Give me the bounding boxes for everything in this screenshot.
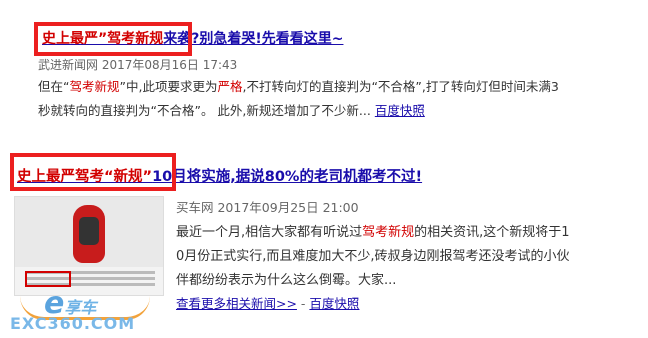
result2-title-rest: 10月将实施,据说80%的老司机都考不过! [152, 169, 423, 185]
car-cabin [79, 217, 99, 245]
result2-thumbnail[interactable] [14, 196, 164, 296]
result2-snippet-line1: 最近一个月,相信大家都有听说过驾考新规的相关资讯,这个新规将于1 [176, 225, 570, 240]
result2-source-date: 买车网 2017年09月25日 21:00 [176, 200, 359, 215]
result2-snippet-line3: 伴都纷纷表示为什么这么倒霉。大家... [176, 273, 397, 288]
result1-snippet-line2: 秒就转向的直接判为“不合格”。 此外,新规还增加了不少新... 百度快照 [38, 103, 425, 118]
watermark-site: EXC360.COM [10, 314, 136, 333]
more-news-link[interactable]: 查看更多相关新闻>> [176, 296, 297, 311]
annotation-box-1 [34, 22, 192, 56]
annotation-box-2 [10, 153, 176, 191]
result1-source-date: 武进新闻网 2017年08月16日 17:43 [38, 58, 238, 72]
result1-snippet-line1: 但在“驾考新规”中,此项要求更为严格,不打转向灯的直接判为“不合格”,打了转向灯… [38, 79, 559, 94]
result2-links: 查看更多相关新闻>> - 百度快照 [176, 296, 360, 311]
result2-snippet-line2: 0月份正式实行,而且难度加大不少,砖叔身边刚报驾考还没考试的小伙 [176, 249, 570, 264]
result2-snapshot-link[interactable]: 百度快照 [309, 296, 359, 311]
result1-snapshot-link[interactable]: 百度快照 [375, 103, 425, 118]
thumbnail-highlight-box [25, 271, 71, 287]
